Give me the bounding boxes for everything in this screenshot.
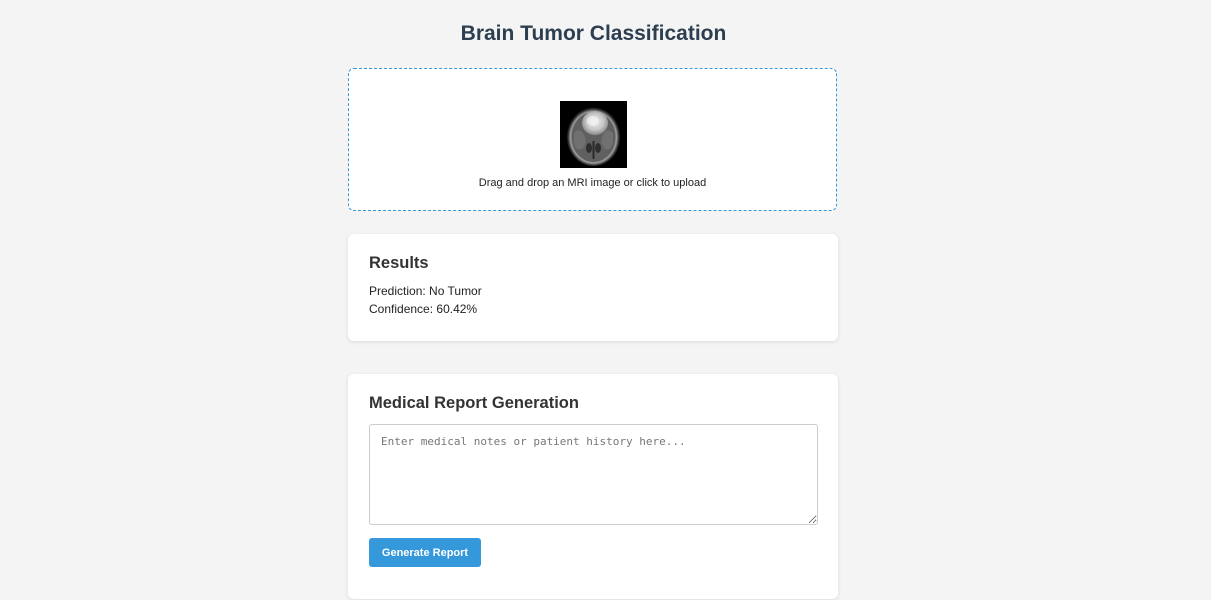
generate-report-button[interactable]: Generate Report [369, 538, 481, 567]
prediction-value: No Tumor [429, 284, 482, 298]
confidence-line: Confidence: 60.42% [369, 302, 477, 316]
confidence-label: Confidence: [369, 302, 434, 316]
upload-dropzone[interactable]: Drag and drop an MRI image or click to u… [348, 68, 837, 211]
results-heading: Results [369, 254, 429, 272]
page-title: Brain Tumor Classification [460, 22, 727, 45]
confidence-value: 60.42% [436, 302, 478, 316]
upload-hint: Drag and drop an MRI image or click to u… [478, 177, 707, 189]
results-card: Results Prediction: No Tumor Confidence:… [348, 234, 838, 341]
prediction-label: Prediction: [369, 284, 426, 298]
prediction-line: Prediction: No Tumor [369, 284, 482, 298]
report-heading: Medical Report Generation [369, 394, 579, 412]
report-card: Medical Report Generation Generate Repor… [348, 374, 838, 599]
mri-image-preview [560, 101, 627, 168]
medical-notes-textarea[interactable] [369, 424, 818, 525]
